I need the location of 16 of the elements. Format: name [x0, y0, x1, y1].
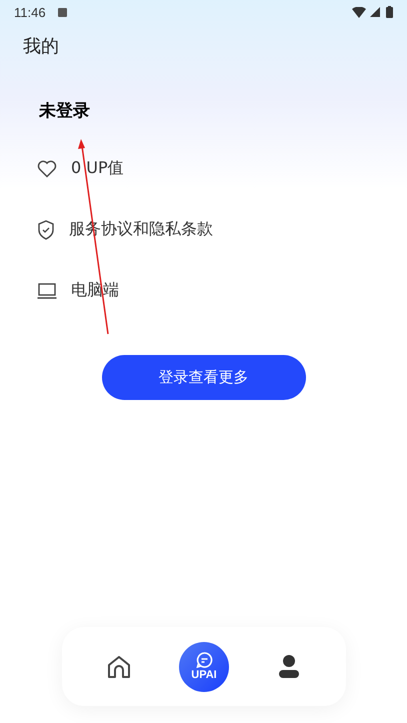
login-button[interactable]: 登录查看更多 — [102, 355, 306, 400]
menu-item-label[interactable]: 0 UP值 — [71, 158, 124, 179]
signal-icon — [370, 7, 380, 17]
home-icon — [106, 654, 132, 680]
notification-icon — [58, 8, 67, 16]
battery-icon — [386, 6, 393, 18]
shield-check-icon — [37, 220, 55, 240]
person-icon — [278, 654, 300, 680]
chat-bubble-icon — [196, 652, 212, 668]
status-time: 11:46 — [14, 4, 46, 20]
wifi-icon — [352, 6, 366, 18]
page-title: 我的 — [23, 35, 60, 58]
ai-tab[interactable]: UPAI — [179, 642, 229, 692]
laptop-icon — [37, 282, 57, 300]
user-name[interactable]: 未登录 — [39, 102, 90, 120]
heart-icon — [37, 160, 57, 178]
